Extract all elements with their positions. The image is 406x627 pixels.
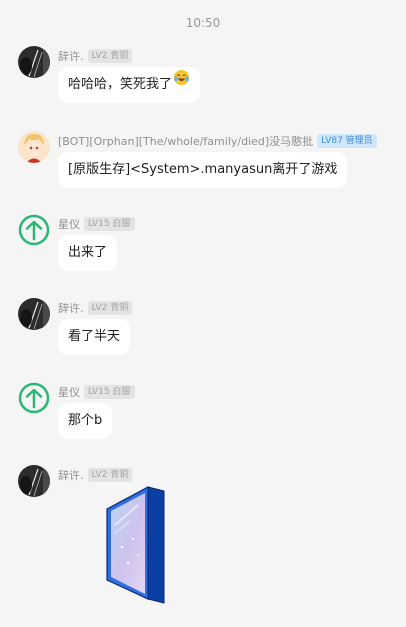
- green-up-arrow-avatar[interactable]: [18, 214, 50, 246]
- message-text: 看了半天: [68, 329, 121, 344]
- message-bubble[interactable]: 哈哈哈，笑死我了: [58, 65, 201, 103]
- level-badge: LV15 白银: [84, 385, 135, 399]
- sender-nickname[interactable]: 辞许.: [58, 48, 84, 64]
- level-badge: LV2 青铜: [87, 301, 133, 315]
- message-text: [原版生存]<System>.manyasun离开了游戏: [68, 162, 338, 177]
- message-text: 哈哈哈，笑死我了: [68, 77, 173, 92]
- dark-portrait-avatar[interactable]: [18, 46, 50, 78]
- message-timestamp: 10:50: [185, 16, 221, 30]
- message-text: 那个b: [68, 413, 103, 428]
- message-bubble[interactable]: 那个b: [58, 403, 113, 439]
- admin-badge: LV87 管理员: [317, 134, 377, 148]
- sender-nickname[interactable]: 星仪: [58, 384, 80, 400]
- blue-window-sticker[interactable]: [100, 485, 172, 605]
- green-up-arrow-avatar[interactable]: [18, 382, 50, 414]
- level-badge: LV15 白银: [84, 217, 135, 231]
- dark-portrait-avatar[interactable]: [18, 465, 50, 497]
- sender-nickname[interactable]: 星仪: [58, 216, 80, 232]
- sender-nickname[interactable]: [BOT][Orphan][The/whole/family/died]没马憨批: [58, 133, 313, 149]
- message-text: 出来了: [68, 245, 108, 260]
- message-bubble[interactable]: 出来了: [58, 235, 118, 271]
- message-bubble[interactable]: 看了半天: [58, 319, 131, 355]
- sender-nickname[interactable]: 辞许.: [58, 467, 84, 483]
- sender-nickname[interactable]: 辞许.: [58, 300, 84, 316]
- level-badge: LV2 青铜: [87, 468, 133, 482]
- dark-portrait-avatar[interactable]: [18, 298, 50, 330]
- level-badge: LV2 青铜: [87, 49, 133, 63]
- message-bubble[interactable]: [原版生存]<System>.manyasun离开了游戏: [58, 152, 348, 188]
- anime-character-avatar[interactable]: [18, 131, 50, 163]
- tears-of-joy-emoji: [173, 65, 190, 101]
